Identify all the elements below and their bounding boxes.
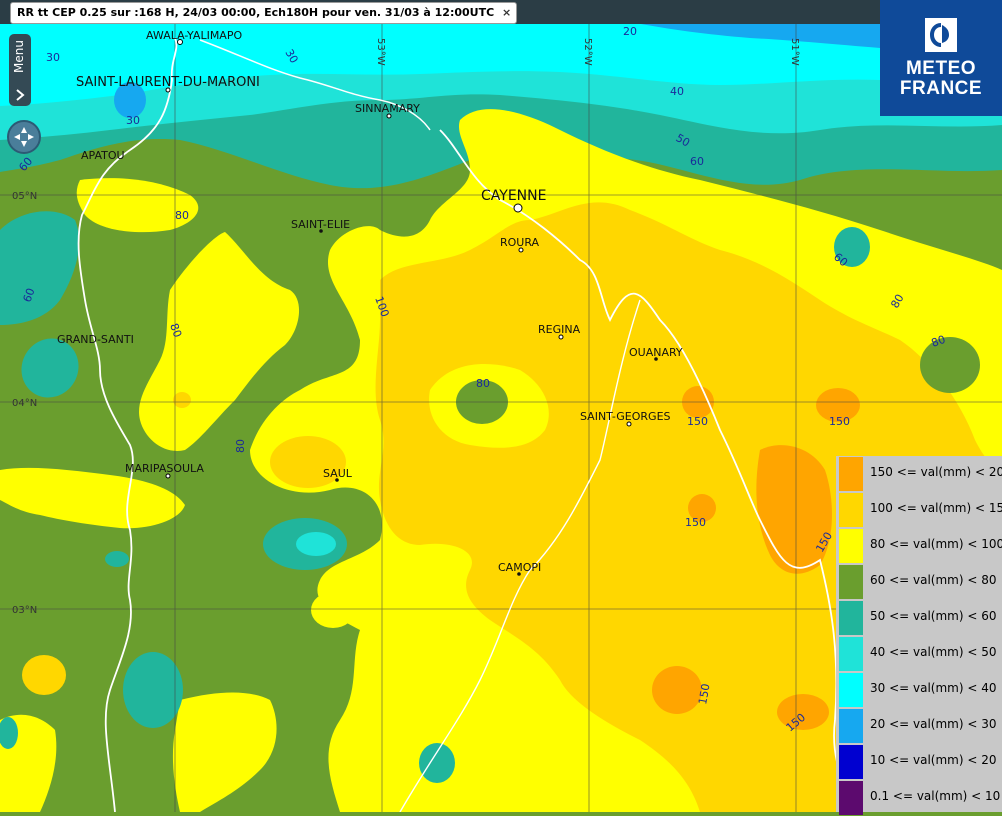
legend-label: 40 <= val(mm) < 50 (870, 645, 997, 659)
legend-swatch (839, 637, 863, 671)
field-80-100-spot (311, 592, 355, 628)
field-50-60-sw (123, 652, 183, 728)
field-50-60-tiny (105, 551, 129, 567)
logo-emblem-icon (925, 18, 957, 52)
legend-swatch (839, 457, 863, 491)
city-apatou: APATOU (81, 149, 125, 162)
legend-label: 0.1 <= val(mm) < 10 (870, 789, 1001, 803)
menu-label: Menu (12, 40, 26, 73)
city-roura: ROURA (500, 236, 540, 249)
legend-swatch (839, 673, 863, 707)
contour-label: 150 (687, 415, 708, 428)
contour-label: 30 (126, 114, 140, 127)
pan-navigation-icon[interactable] (7, 120, 41, 154)
city-stlaurent: SAINT-LAURENT-DU-MARONI (76, 75, 260, 90)
legend-label: 100 <= val(mm) < 150 (870, 501, 1002, 515)
contour-label: 80 (175, 209, 189, 222)
legend-label: 30 <= val(mm) < 40 (870, 681, 997, 695)
legend: 150 <= val(mm) < 200 100 <= val(mm) < 150… (836, 456, 1002, 815)
menu-button[interactable]: Menu (9, 34, 31, 106)
lat-label-3: 03°N (12, 605, 37, 616)
legend-row: 150 <= val(mm) < 200 (836, 456, 1002, 492)
city-stgeorges: SAINT-GEORGES (580, 410, 671, 423)
legend-swatch (839, 745, 863, 779)
legend-label: 80 <= val(mm) < 100 (870, 537, 1002, 551)
contour-label: 30 (46, 51, 60, 64)
contour-label: 150 (685, 516, 706, 529)
map-title-tab[interactable]: RR tt CEP 0.25 sur :168 H, 24/03 00:00, … (10, 2, 518, 24)
logo-text-line2: FRANCE (899, 78, 983, 99)
field-50-60-s (419, 743, 455, 783)
lat-label-5: 05°N (12, 191, 37, 202)
city-camopi: CAMOPI (498, 561, 541, 574)
legend-swatch (839, 601, 863, 635)
legend-row: 100 <= val(mm) < 150 (836, 492, 1002, 528)
legend-swatch (839, 529, 863, 563)
city-grandsanti: GRAND-SANTI (57, 333, 134, 346)
lon-label-51: 51°W (789, 38, 800, 66)
legend-row: 20 <= val(mm) < 30 (836, 708, 1002, 744)
legend-label: 50 <= val(mm) < 60 (870, 609, 997, 623)
lon-label-52: 52°W (582, 38, 593, 66)
legend-row: 0.1 <= val(mm) < 10 (836, 780, 1002, 816)
contour-label: 20 (623, 25, 637, 38)
chevron-right-icon (16, 89, 25, 101)
city-regina: REGINA (538, 323, 581, 336)
lon-label-53: 53°W (375, 38, 386, 66)
legend-row: 30 <= val(mm) < 40 (836, 672, 1002, 708)
field-100-150-spot (173, 392, 191, 408)
city-ouanary: OUANARY (629, 346, 683, 359)
map-title: RR tt CEP 0.25 sur :168 H, 24/03 00:00, … (17, 6, 495, 19)
legend-label: 20 <= val(mm) < 30 (870, 717, 997, 731)
city-stelie: SAINT-ELIE (291, 218, 350, 231)
legend-row: 80 <= val(mm) < 100 (836, 528, 1002, 564)
lat-label-4: 04°N (12, 398, 37, 409)
city-awala: AWALA-YALIMAPO (146, 29, 242, 42)
contour-label: 80 (234, 439, 247, 453)
city-saul: SAUL (323, 467, 353, 480)
legend-row: 50 <= val(mm) < 60 (836, 600, 1002, 636)
legend-swatch (839, 709, 863, 743)
contour-label: 60 (690, 155, 704, 168)
city-cayenne: CAYENNE (481, 188, 546, 204)
legend-label: 60 <= val(mm) < 80 (870, 573, 997, 587)
field-40-50-south (296, 532, 336, 556)
contour-label: 80 (476, 377, 490, 390)
close-icon[interactable]: × (502, 3, 511, 23)
field-100-150-sw (22, 655, 66, 695)
legend-row: 60 <= val(mm) < 80 (836, 564, 1002, 600)
legend-swatch (839, 565, 863, 599)
meteo-france-logo: METEO FRANCE (880, 0, 1002, 116)
legend-row: 40 <= val(mm) < 50 (836, 636, 1002, 672)
legend-label: 10 <= val(mm) < 20 (870, 753, 997, 767)
city-sinnamary: SINNAMARY (355, 102, 420, 115)
legend-swatch (839, 781, 863, 815)
logo-text-line1: METEO (905, 58, 977, 79)
legend-swatch (839, 493, 863, 527)
field-100-150-saul (270, 436, 346, 488)
contour-label: 40 (670, 85, 684, 98)
field-150-200-spot4 (652, 666, 702, 714)
legend-label: 150 <= val(mm) < 200 (870, 465, 1002, 479)
field-60-80-east (920, 337, 980, 393)
legend-row: 10 <= val(mm) < 20 (836, 744, 1002, 780)
contour-label: 150 (829, 415, 850, 428)
city-maripasoula: MARIPASOULA (125, 462, 204, 475)
